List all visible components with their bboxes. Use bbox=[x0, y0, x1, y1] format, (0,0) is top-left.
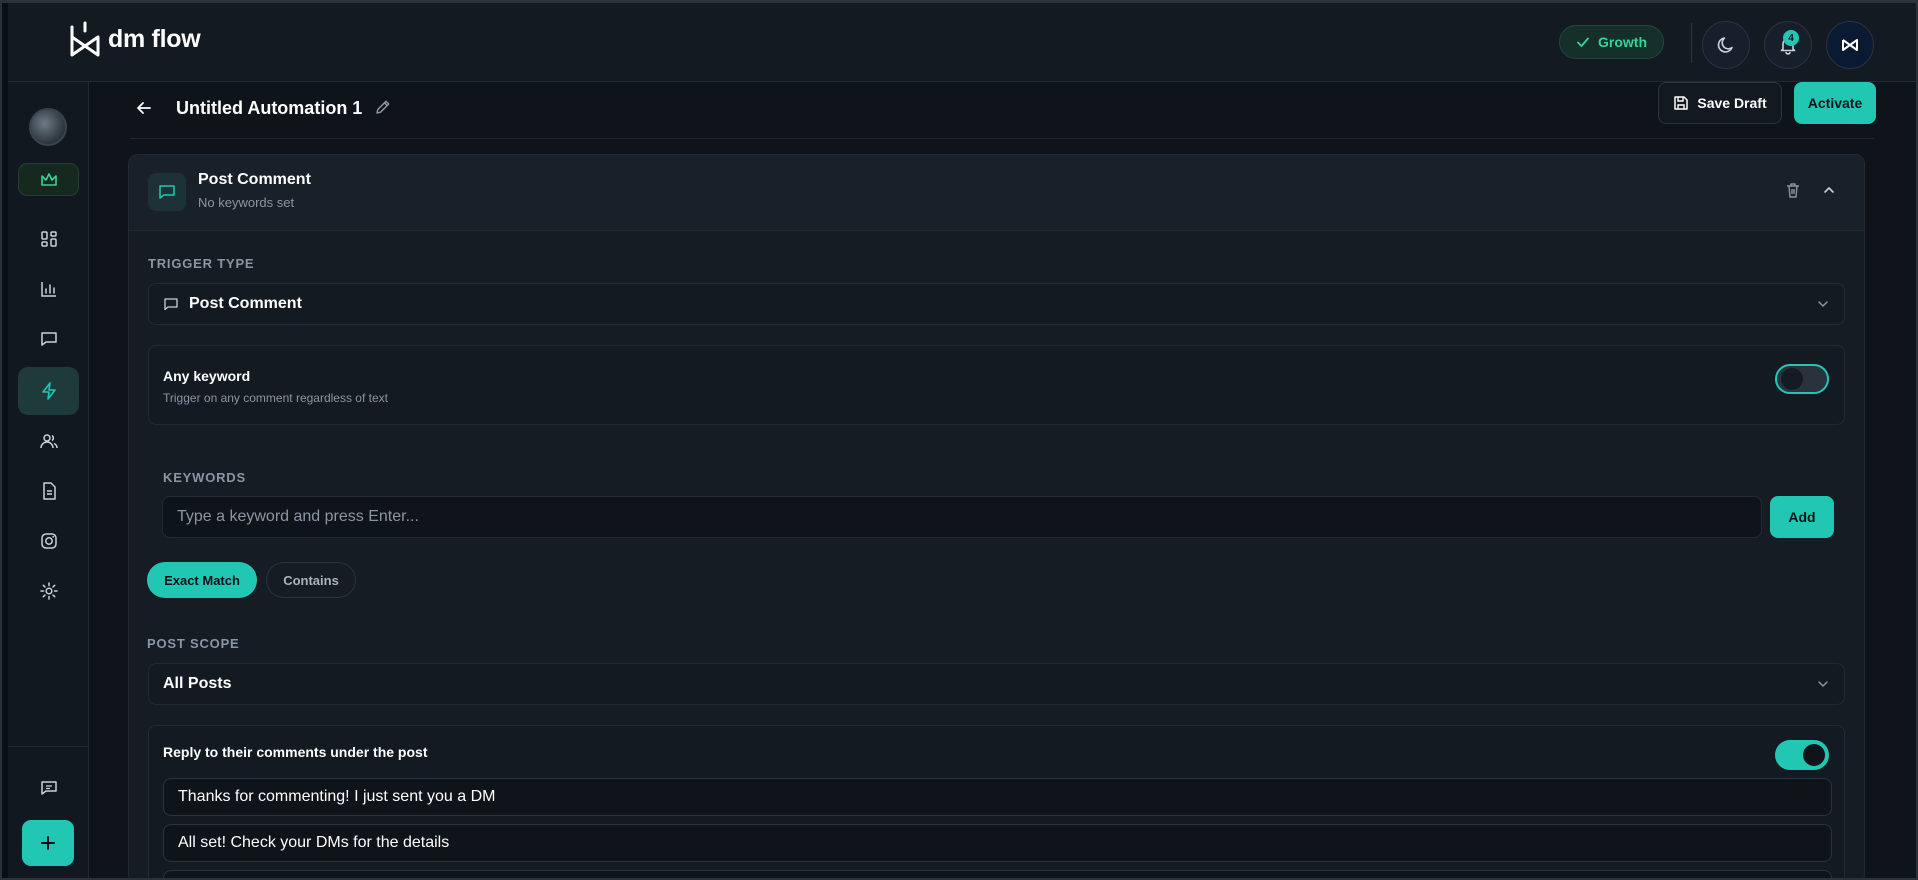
logo-mark-icon bbox=[70, 21, 100, 57]
bar-chart-icon bbox=[40, 282, 56, 297]
sidebar-item-messages[interactable] bbox=[18, 315, 79, 363]
match-mode-exact-button[interactable]: Exact Match bbox=[147, 562, 257, 598]
chat-icon bbox=[40, 781, 57, 795]
sidebar-item-support-chat[interactable] bbox=[18, 764, 79, 812]
keywords-label: KEYWORDS bbox=[163, 470, 246, 485]
sidebar-item-contacts[interactable] bbox=[18, 417, 79, 465]
message-square-icon bbox=[40, 332, 57, 346]
reply-comments-toggle[interactable] bbox=[1775, 740, 1829, 770]
reply-comments-panel: Reply to their comments under the post T… bbox=[148, 725, 1845, 880]
dashboard-icon bbox=[40, 231, 57, 247]
account-avatar[interactable] bbox=[29, 108, 67, 146]
top-bar: dm flow Growth 4 bbox=[8, 3, 1916, 82]
any-keyword-panel: Any keyword Trigger on any comment regar… bbox=[148, 345, 1845, 425]
reply-text-field[interactable]: Thanks for commenting! I just sent you a… bbox=[163, 778, 1832, 816]
settings-icon bbox=[39, 582, 58, 600]
toggle-knob bbox=[1803, 744, 1825, 766]
plan-badge[interactable]: Growth bbox=[1559, 25, 1664, 59]
any-keyword-title: Any keyword bbox=[163, 368, 251, 384]
page-title: Untitled Automation 1 bbox=[176, 98, 363, 118]
main-content: Untitled Automation 1 Save Draft Activat… bbox=[90, 82, 1916, 880]
check-icon bbox=[1577, 37, 1589, 47]
trigger-type-select[interactable]: Post Comment bbox=[148, 283, 1845, 325]
premium-crown-badge[interactable] bbox=[18, 163, 79, 196]
trigger-type-label: TRIGGER TYPE bbox=[148, 256, 255, 271]
trash-icon bbox=[1787, 183, 1799, 198]
trigger-card-subtitle: No keywords set bbox=[198, 195, 295, 210]
sidebar-item-settings[interactable] bbox=[18, 567, 79, 615]
trigger-card-header[interactable]: Post Comment No keywords set bbox=[129, 155, 1864, 231]
save-icon bbox=[1674, 96, 1689, 110]
lightning-icon bbox=[41, 382, 56, 400]
delete-trigger-button[interactable] bbox=[1784, 181, 1802, 204]
any-keyword-description: Trigger on any comment regardless of tex… bbox=[163, 391, 388, 405]
match-mode-contains-button[interactable]: Contains bbox=[266, 562, 356, 598]
sidebar bbox=[8, 82, 89, 878]
notification-badge: 4 bbox=[1783, 30, 1799, 46]
plan-name: Growth bbox=[1598, 34, 1647, 50]
comment-icon bbox=[164, 298, 178, 311]
brand-name: dm flow bbox=[108, 24, 201, 53]
crown-icon bbox=[40, 172, 57, 186]
activate-button[interactable]: Activate bbox=[1794, 82, 1876, 124]
post-scope-label: POST SCOPE bbox=[147, 636, 240, 651]
brand-logo[interactable]: dm flow bbox=[68, 19, 201, 59]
reply-text-field[interactable]: All set! Check your DMs for the details bbox=[163, 824, 1832, 862]
window-edge bbox=[0, 0, 8, 880]
document-icon bbox=[42, 482, 56, 500]
notifications-button[interactable]: 4 bbox=[1764, 21, 1812, 69]
toolbar-divider bbox=[1691, 23, 1692, 63]
sidebar-divider bbox=[8, 746, 89, 747]
trigger-icon-box bbox=[148, 173, 186, 211]
edit-pencil-icon[interactable] bbox=[374, 98, 392, 116]
chevron-down-icon bbox=[1818, 681, 1828, 687]
save-draft-button[interactable]: Save Draft bbox=[1658, 82, 1782, 124]
add-keyword-button[interactable]: Add bbox=[1770, 496, 1834, 538]
keyword-input[interactable] bbox=[162, 496, 1762, 538]
plus-icon bbox=[41, 836, 55, 850]
any-keyword-toggle[interactable] bbox=[1775, 364, 1829, 394]
instagram-icon bbox=[40, 533, 57, 549]
sidebar-item-instagram[interactable] bbox=[18, 517, 79, 565]
post-scope-value: All Posts bbox=[163, 675, 232, 692]
theme-toggle-button[interactable] bbox=[1702, 21, 1750, 69]
user-avatar-button[interactable] bbox=[1826, 21, 1874, 69]
sidebar-item-dashboard[interactable] bbox=[18, 215, 79, 263]
header-divider bbox=[130, 138, 1874, 139]
arrow-left-icon bbox=[137, 102, 151, 114]
sidebar-item-analytics[interactable] bbox=[18, 265, 79, 313]
trigger-type-value: Post Comment bbox=[189, 295, 302, 312]
reply-text-field-empty[interactable] bbox=[163, 870, 1832, 880]
moon-icon bbox=[1717, 37, 1733, 53]
trigger-card-title: Post Comment bbox=[198, 171, 311, 188]
user-logo-icon bbox=[1842, 39, 1858, 51]
back-button[interactable] bbox=[130, 94, 158, 122]
comment-icon bbox=[159, 185, 175, 199]
collapse-trigger-button[interactable] bbox=[1820, 181, 1838, 204]
save-draft-label: Save Draft bbox=[1697, 95, 1767, 111]
reply-comments-title: Reply to their comments under the post bbox=[163, 744, 428, 760]
toggle-knob bbox=[1781, 368, 1803, 390]
users-icon bbox=[39, 434, 58, 449]
post-scope-select[interactable]: All Posts bbox=[148, 663, 1845, 705]
create-new-button[interactable] bbox=[22, 820, 74, 866]
chevron-down-icon bbox=[1818, 301, 1828, 307]
sidebar-item-automations[interactable] bbox=[18, 367, 79, 415]
chevron-up-icon bbox=[1824, 187, 1834, 193]
sidebar-item-documents[interactable] bbox=[18, 467, 79, 515]
